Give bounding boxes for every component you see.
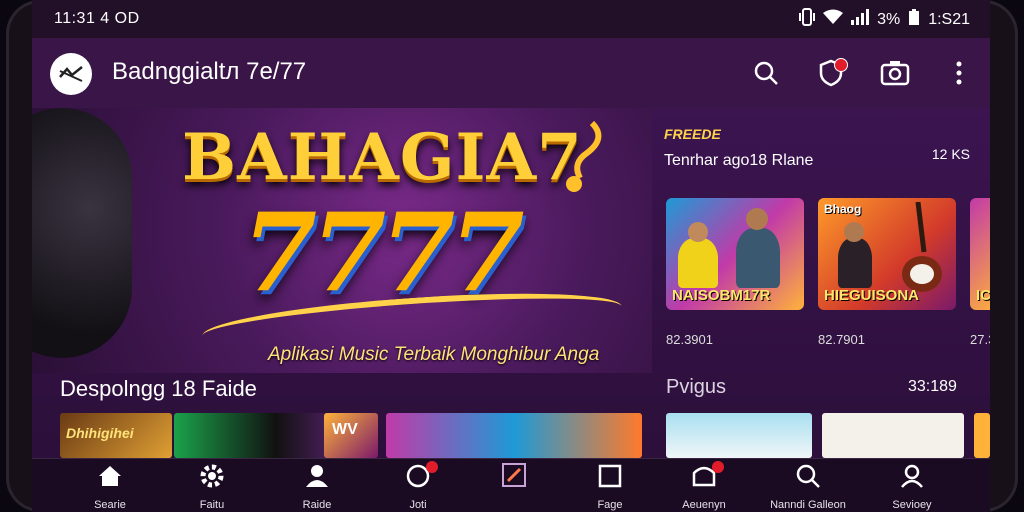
app-screen: 11:31 4 OD 3% 1:S21 Badnggialtл 7e/77 BA…: [32, 0, 990, 512]
notifications-badge: [712, 461, 724, 473]
playlist-thumbnail[interactable]: [822, 413, 964, 458]
featured-card[interactable]: NAISOBM17R: [666, 198, 804, 310]
nav-item-library[interactable]: Fage: [560, 463, 660, 511]
more-vert-icon: [956, 61, 962, 85]
wifi-icon: [823, 9, 844, 30]
nav-item-music[interactable]: [464, 463, 564, 511]
status-clock: 1:S21: [928, 10, 970, 28]
profile-icon: [306, 465, 328, 487]
featured-label: FREEDE: [664, 126, 721, 142]
performer-image: [736, 228, 780, 288]
card-caption: IC: [976, 287, 990, 304]
headphone-image: [32, 108, 132, 358]
home-icon: [99, 466, 121, 486]
app-bar: Badnggialtл 7e/77: [32, 38, 990, 108]
nav-item-account[interactable]: Sevioey: [862, 463, 962, 511]
settings-icon: [200, 464, 224, 488]
hero-subtitle: Aplikasi Music Terbaik Monghibur Anga: [268, 344, 600, 365]
card-stat: 27.3: [970, 332, 990, 347]
playlist-thumbnail[interactable]: Dhihigihei: [60, 413, 172, 458]
nav-label: Aeuenyn: [682, 499, 726, 511]
hero-title: BAHAGIA7: [182, 120, 583, 195]
library-icon: [598, 464, 622, 488]
featured-panel: FREEDE Tenrhar ago18 Rlane 12 KS NAISOBM…: [658, 122, 990, 352]
performer-image: [678, 238, 718, 288]
nav-label: Raide: [302, 499, 332, 511]
playlist-thumbnail[interactable]: [666, 413, 812, 458]
nav-label: Joti: [409, 499, 427, 511]
nav-label: Fage: [597, 499, 623, 511]
guitar-icon: [902, 202, 942, 292]
app-logo[interactable]: [50, 53, 92, 95]
performer-head: [746, 208, 768, 230]
activity-badge: [426, 461, 438, 473]
card-stat: 82.7901: [818, 332, 865, 347]
nav-item-search[interactable]: Nanndi Galleon: [758, 463, 858, 511]
playlist-thumbnail[interactable]: WV: [324, 413, 378, 458]
nav-item-settings[interactable]: Faitu: [162, 463, 262, 511]
thumbnail-title: WV: [332, 421, 358, 438]
featured-count: 12 KS: [931, 146, 970, 162]
card-stat: 82.3901: [666, 332, 713, 347]
card-label: Bhaog: [824, 202, 862, 216]
shield-badge: [834, 58, 848, 72]
battery-icon: [908, 8, 920, 31]
nav-item-activity[interactable]: Joti: [368, 461, 468, 511]
section-title: Despolngg 18 Faide: [60, 376, 257, 401]
status-bar: 11:31 4 OD 3% 1:S21: [32, 0, 990, 38]
performer-image: [838, 238, 872, 288]
card-caption: NAISOBM17R: [672, 287, 771, 304]
playlist-thumbnail[interactable]: [974, 413, 990, 458]
shield-button[interactable]: [814, 56, 848, 90]
featured-title: Tenrhar ago18 Rlane: [664, 152, 814, 169]
logo-icon: [59, 66, 83, 82]
performer-head: [688, 222, 708, 242]
performer-head: [844, 222, 864, 242]
card-caption: HIEGUISONA: [824, 287, 920, 304]
section-title-right: Pvigus: [666, 376, 727, 398]
battery-percent: 3%: [877, 10, 901, 28]
account-icon: [901, 464, 923, 488]
nav-label: Searie: [94, 499, 126, 511]
camera-button[interactable]: [878, 56, 912, 90]
thumbnail-title: Dhihigihei: [66, 425, 134, 441]
nav-label: Sevioey: [892, 499, 932, 511]
bottom-navigation: Searie Faitu Raide Joti Fage Aeuenyn Nan…: [32, 458, 990, 512]
main-content: BAHAGIA7 7777 Aplikasi Music Terbaik Mon…: [32, 108, 990, 458]
music-note-icon: [566, 120, 602, 192]
section-count[interactable]: 33:189: [908, 378, 957, 396]
nav-label: Faitu: [199, 499, 225, 511]
vibrate-icon: [799, 8, 816, 31]
featured-card[interactable]: IC: [970, 198, 990, 310]
search-icon: [796, 464, 820, 488]
camera-icon: [880, 61, 910, 86]
search-icon: [754, 61, 778, 85]
app-title: Badnggialtл 7e/77: [112, 58, 307, 85]
nav-item-home[interactable]: Searie: [60, 463, 160, 511]
signal-icon: [851, 9, 870, 30]
music-note-icon: [502, 463, 526, 487]
nav-item-notifications[interactable]: Aeuenyn: [654, 461, 754, 511]
nav-label: Nanndi Galleon: [770, 499, 846, 511]
more-options-button[interactable]: [942, 56, 976, 90]
hero-banner[interactable]: BAHAGIA7 7777 Aplikasi Music Terbaik Mon…: [32, 108, 652, 373]
search-button[interactable]: [749, 56, 783, 90]
featured-card[interactable]: Bhaog HIEGUISONA: [818, 198, 956, 310]
playlist-thumbnail[interactable]: [386, 413, 642, 458]
status-time: 11:31 4 OD: [54, 10, 140, 27]
status-icons: 3% 1:S21: [799, 8, 970, 31]
nav-item-profile[interactable]: Raide: [267, 463, 367, 511]
